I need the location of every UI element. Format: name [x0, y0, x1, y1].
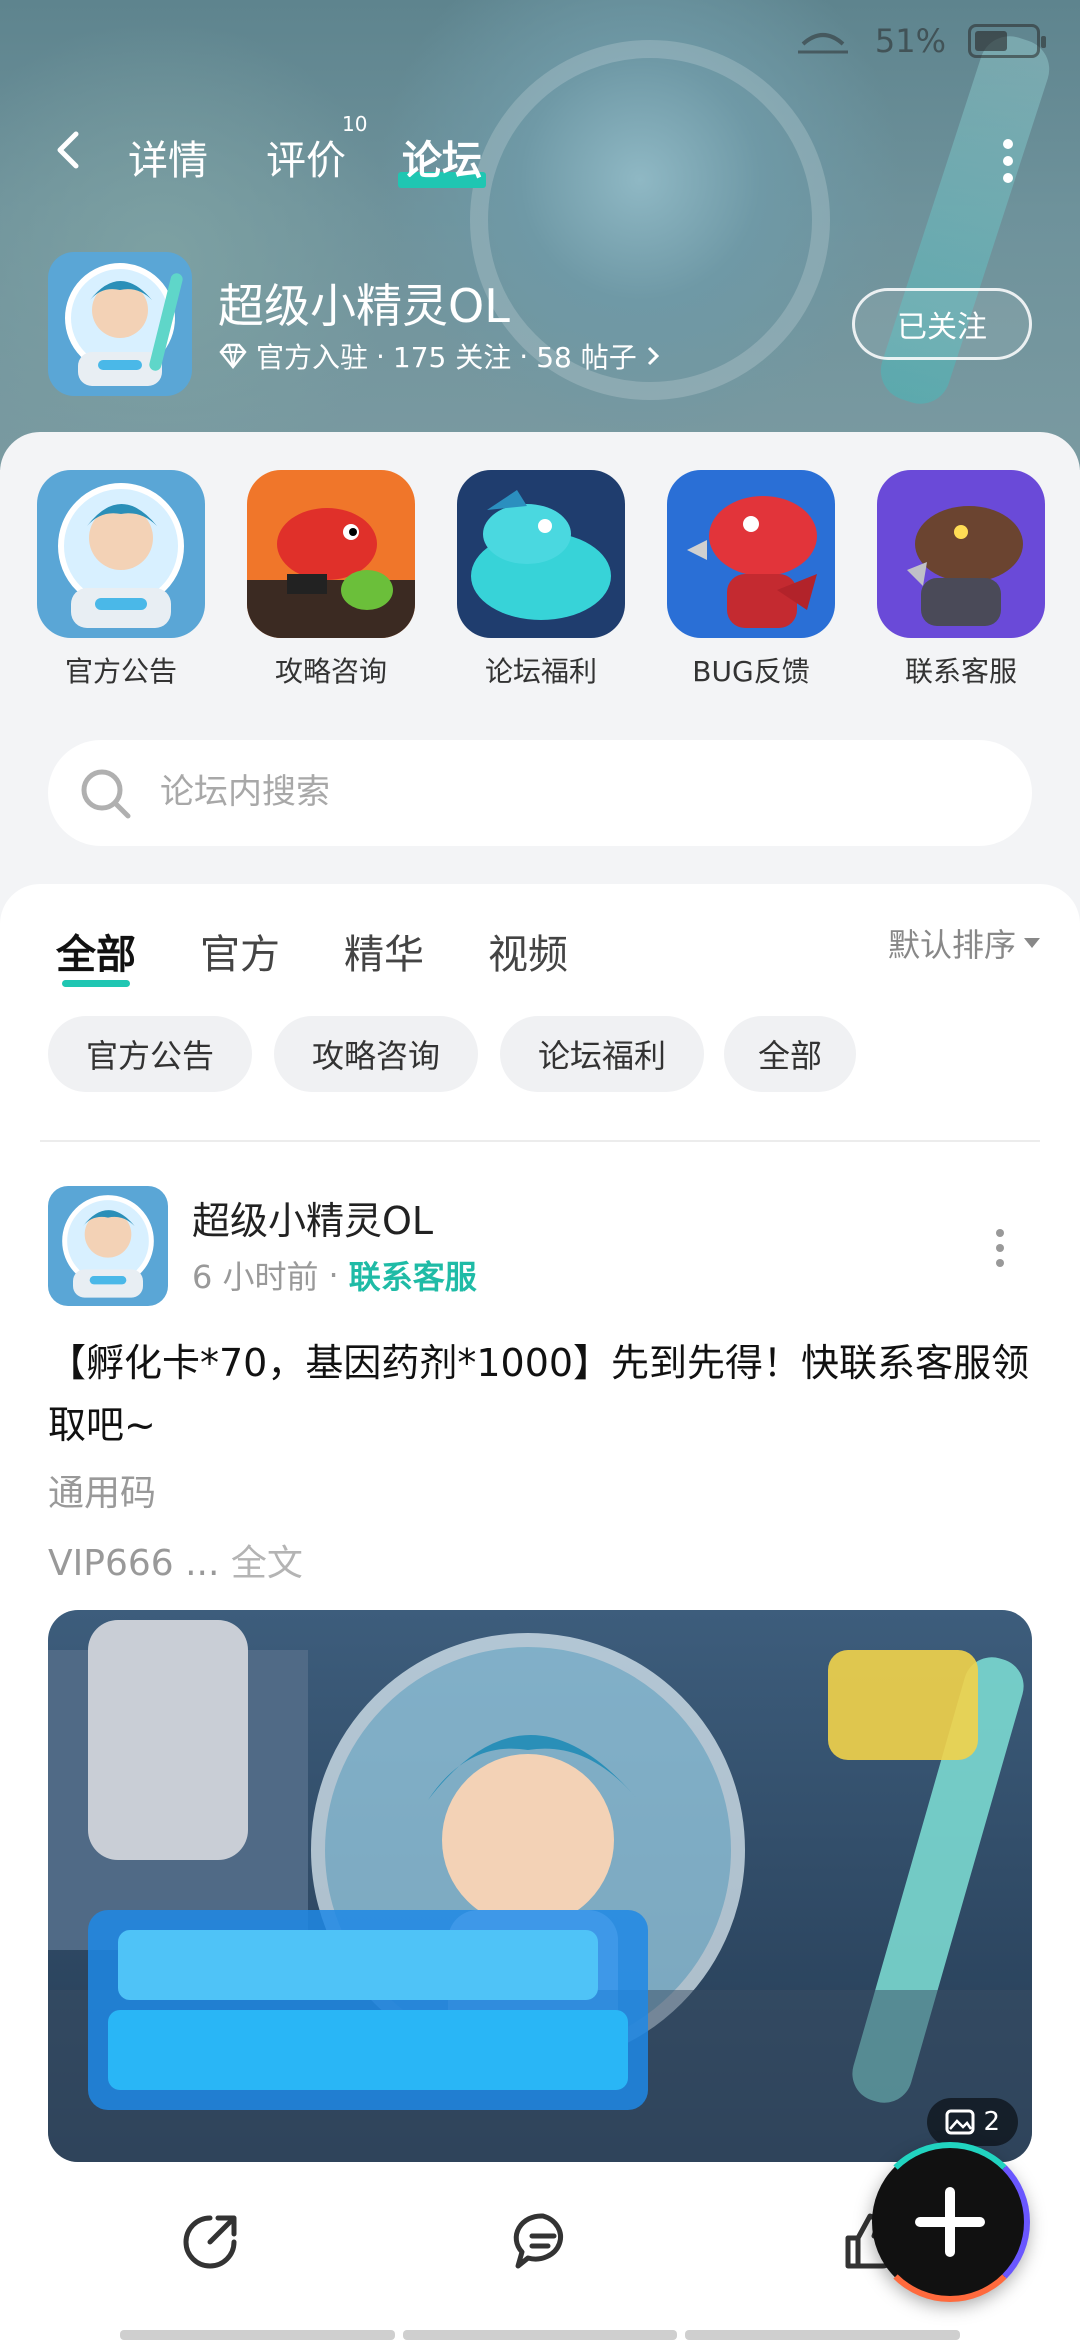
- shortcut-label: 官方公告: [64, 655, 177, 688]
- shortcut-official-notice[interactable]: 官方公告: [36, 470, 206, 690]
- post-excerpt-code: VIP666 ...: [48, 1543, 220, 1584]
- chevron-right-icon: [647, 346, 659, 366]
- image-count: 2: [983, 2107, 1000, 2137]
- tab-reviews[interactable]: 评价: [266, 128, 346, 186]
- follower-count: 175 关注: [392, 341, 512, 374]
- forum-feed: 全部 官方 精华 视频 默认排序 官方公告 攻略咨询 论坛福利 全部 超级小精灵…: [0, 884, 1080, 2340]
- search-input[interactable]: [158, 762, 978, 822]
- welfare-thumb: [457, 470, 625, 638]
- chip-all[interactable]: 全部: [724, 1016, 856, 1092]
- shortcut-customer-service[interactable]: 联系客服: [876, 470, 1046, 690]
- game-header-banner: 51% 详情 评价 10 论坛 超级小精灵OL 官方入驻 · 175 关注 · …: [0, 0, 1080, 470]
- shortcut-guide[interactable]: 攻略咨询: [246, 470, 416, 690]
- chip-guide[interactable]: 攻略咨询: [274, 1016, 478, 1092]
- forum-search-bar[interactable]: [48, 740, 1032, 846]
- post-excerpt-line: 通用码: [48, 1473, 157, 1514]
- battery-percent: 51%: [874, 22, 946, 60]
- post-category-tag[interactable]: 联系客服: [349, 1252, 477, 1298]
- chip-official-notice[interactable]: 官方公告: [48, 1016, 252, 1092]
- post-body-text[interactable]: 【孵化卡*70，基因药剂*1000】先到先得！快联系客服领取吧~: [48, 1332, 1038, 1456]
- feed-tab-featured[interactable]: 精华: [344, 922, 424, 980]
- image-count-badge: 2: [927, 2098, 1018, 2146]
- post-excerpt-line: VIP666 ... 全文: [48, 1534, 303, 1586]
- official-notice-thumb: [37, 470, 205, 638]
- game-title: 超级小精灵OL: [218, 279, 510, 333]
- signal-icon: [797, 33, 848, 54]
- search-icon: [81, 769, 131, 819]
- sort-label: 默认排序: [887, 926, 1016, 964]
- post-meta: 6 小时前 · 联系客服: [192, 1252, 477, 1298]
- bug-report-thumb: [667, 470, 835, 638]
- shortcut-label: 联系客服: [904, 655, 1017, 688]
- status-bar: 51%: [0, 0, 1080, 80]
- battery-icon: [968, 24, 1046, 58]
- post-author-avatar[interactable]: [48, 1186, 168, 1306]
- back-arrow-icon[interactable]: [50, 130, 90, 170]
- feed-tab-all[interactable]: 全部: [56, 922, 136, 987]
- post-time: 6 小时前: [192, 1258, 319, 1296]
- plus-icon: [915, 2187, 985, 2257]
- bottom-indicator: [120, 2330, 961, 2340]
- customer-service-thumb: [877, 470, 1045, 638]
- separator-dot: ·: [328, 1256, 339, 1294]
- separator-dot: ·: [376, 339, 385, 373]
- shortcut-label: BUG反馈: [692, 655, 810, 688]
- image-icon: [945, 2109, 975, 2135]
- post-image[interactable]: 2: [48, 1610, 1032, 2162]
- shortcut-label: 论坛福利: [484, 655, 597, 688]
- chip-welfare[interactable]: 论坛福利: [500, 1016, 704, 1092]
- feed-tab-official[interactable]: 官方: [200, 922, 280, 980]
- comment-icon[interactable]: [512, 2210, 574, 2272]
- diamond-icon: [219, 343, 247, 369]
- guide-thumb: [247, 470, 415, 638]
- game-stats: 官方入驻 · 175 关注 · 58 帖子: [218, 336, 661, 376]
- more-menu-icon[interactable]: [1000, 138, 1016, 184]
- post-more-icon[interactable]: [994, 1228, 1006, 1268]
- shortcut-bug-report[interactable]: BUG反馈: [666, 470, 836, 690]
- forum-shortcuts: 官方公告 攻略咨询 论坛福利 BUG反馈 联系客服: [0, 470, 1080, 690]
- review-count-badge: 10: [342, 112, 368, 136]
- divider: [40, 1140, 1040, 1142]
- game-app-icon[interactable]: [48, 252, 192, 396]
- sort-dropdown[interactable]: 默认排序: [888, 920, 1040, 966]
- official-label: 官方入驻: [256, 341, 369, 374]
- post-author-name[interactable]: 超级小精灵OL: [192, 1190, 433, 1245]
- follow-button[interactable]: 已关注: [852, 288, 1032, 360]
- caret-down-icon: [1024, 938, 1040, 948]
- feed-tab-video[interactable]: 视频: [488, 922, 568, 980]
- create-post-button[interactable]: [870, 2142, 1030, 2302]
- tab-forum[interactable]: 论坛: [398, 128, 486, 188]
- post-count[interactable]: 58 帖子: [536, 336, 637, 376]
- shortcut-welfare[interactable]: 论坛福利: [456, 470, 626, 690]
- separator-dot: ·: [519, 339, 529, 373]
- tab-details[interactable]: 详情: [128, 128, 208, 186]
- read-more-link[interactable]: 全文: [231, 1543, 303, 1584]
- shortcut-label: 攻略咨询: [274, 655, 387, 688]
- share-icon[interactable]: [180, 2210, 242, 2272]
